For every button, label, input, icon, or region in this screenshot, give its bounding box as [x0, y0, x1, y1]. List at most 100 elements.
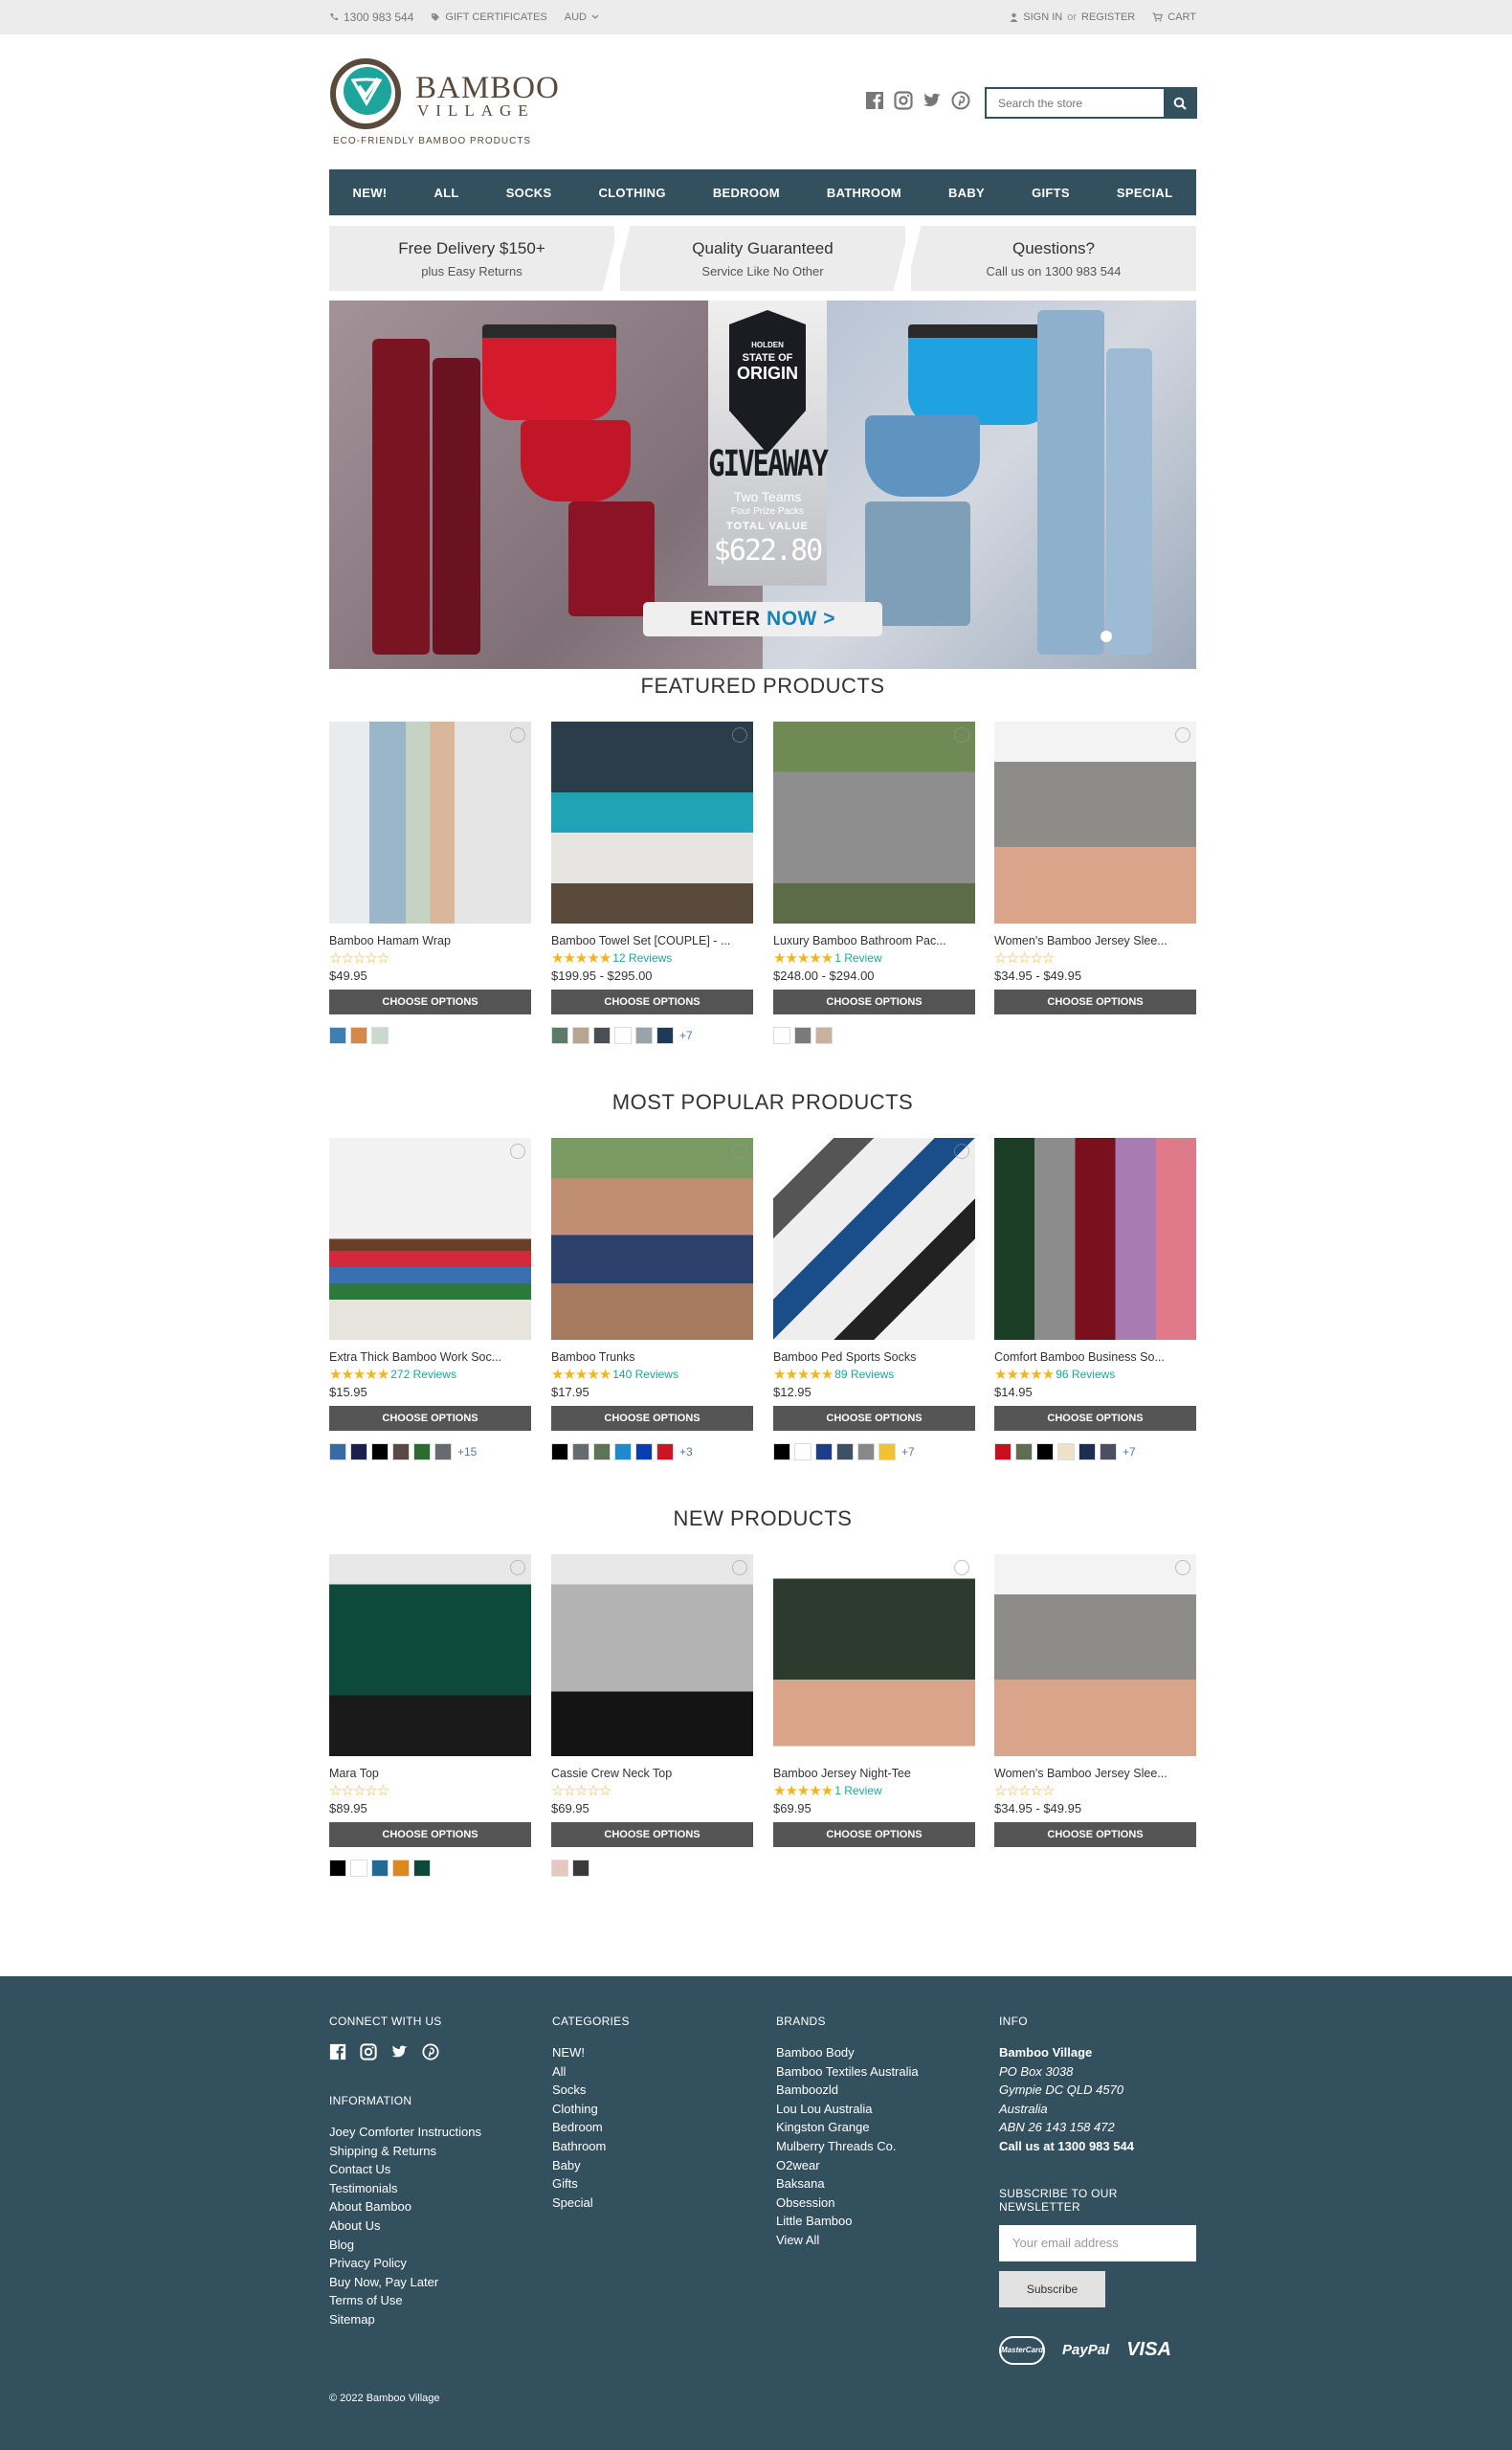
product-name[interactable]: Bamboo Ped Sports Socks — [773, 1350, 975, 1364]
choose-options-button[interactable]: CHOOSE OPTIONS — [329, 990, 531, 1014]
color-swatch[interactable] — [350, 1027, 367, 1044]
sign-in-link[interactable]: SIGN IN — [1023, 11, 1062, 23]
footer-info-link[interactable]: About Us — [329, 2216, 540, 2236]
product-card-womens-jersey-sleep-shorts[interactable]: Women's Bamboo Jersey Slee... ☆☆☆☆☆ $34.95… — [994, 722, 1196, 1044]
product-name[interactable]: Bamboo Hamam Wrap — [329, 934, 531, 947]
newsletter-email-field[interactable]: Your email address — [999, 2224, 1196, 2261]
footer-info-link[interactable]: Privacy Policy — [329, 2254, 540, 2273]
product-image[interactable] — [773, 1138, 975, 1340]
footer-info-link[interactable]: Testimonials — [329, 2179, 540, 2198]
register-link[interactable]: REGISTER — [1081, 11, 1135, 23]
color-swatch[interactable] — [350, 1443, 367, 1460]
choose-options-button[interactable]: CHOOSE OPTIONS — [329, 1406, 531, 1431]
more-colors-link[interactable]: +3 — [679, 1445, 693, 1459]
site-logo[interactable]: BAMBOO VILLAGE ECO-FRIENDLY BAMBOO PRODU… — [329, 57, 559, 153]
search-input[interactable] — [987, 89, 1165, 117]
facebook-icon[interactable] — [329, 2043, 346, 2065]
color-swatch[interactable] — [572, 1443, 589, 1460]
product-card-comfort-business-socks[interactable]: Comfort Bamboo Business So... ★★★★★ 96 Rev… — [994, 1138, 1196, 1460]
currency-selector[interactable]: AUD — [565, 11, 599, 23]
footer-brand-link[interactable]: Mulberry Threads Co. — [776, 2137, 987, 2156]
footer-brand-link[interactable]: Lou Lou Australia — [776, 2100, 987, 2119]
color-swatch[interactable] — [551, 1027, 568, 1044]
color-swatch[interactable] — [1036, 1443, 1054, 1460]
product-card-jersey-night-tee[interactable]: Bamboo Jersey Night-Tee ★★★★★ 1 Review $69.… — [773, 1554, 975, 1877]
twitter-icon[interactable] — [390, 2043, 409, 2065]
more-colors-link[interactable]: +7 — [1123, 1445, 1136, 1459]
color-swatch[interactable] — [656, 1443, 674, 1460]
footer-info-link[interactable]: Terms of Use — [329, 2291, 540, 2310]
footer-info-link[interactable]: Sitemap — [329, 2310, 540, 2329]
footer-category-link[interactable]: Special — [552, 2194, 763, 2213]
choose-options-button[interactable]: CHOOSE OPTIONS — [773, 1406, 975, 1431]
product-card-womens-jersey-sleep-shorts[interactable]: Women's Bamboo Jersey Slee... ☆☆☆☆☆ $34.95… — [994, 1554, 1196, 1877]
nav-item-clothing[interactable]: CLOTHING — [598, 186, 665, 200]
review-count-link[interactable]: 12 Reviews — [612, 951, 672, 965]
color-swatch[interactable] — [614, 1027, 632, 1044]
color-swatch[interactable] — [593, 1027, 611, 1044]
footer-category-link[interactable]: Socks — [552, 2081, 763, 2100]
footer-brand-link[interactable]: Kingston Grange — [776, 2118, 987, 2137]
choose-options-button[interactable]: CHOOSE OPTIONS — [994, 1406, 1196, 1431]
footer-category-link[interactable]: Clothing — [552, 2100, 763, 2119]
color-swatch[interactable] — [1100, 1443, 1117, 1460]
more-colors-link[interactable]: +15 — [457, 1445, 477, 1459]
usp-questions[interactable]: Questions? Call us on 1300 983 544 — [911, 226, 1196, 291]
review-count-link[interactable]: 272 Reviews — [390, 1368, 456, 1381]
footer-info-link[interactable]: About Bamboo — [329, 2197, 540, 2216]
choose-options-button[interactable]: CHOOSE OPTIONS — [773, 1822, 975, 1847]
product-card-luxury-bathroom-pack[interactable]: Luxury Bamboo Bathroom Pac... ★★★★★ 1 Revi… — [773, 722, 975, 1044]
product-card-ped-sports-socks[interactable]: Bamboo Ped Sports Socks ★★★★★ 89 Reviews $1… — [773, 1138, 975, 1460]
enter-now-button[interactable]: ENTER NOW > — [643, 602, 882, 636]
choose-options-button[interactable]: CHOOSE OPTIONS — [551, 1406, 753, 1431]
choose-options-button[interactable]: CHOOSE OPTIONS — [551, 990, 753, 1014]
product-card-cassie-crew-neck-top[interactable]: Cassie Crew Neck Top ☆☆☆☆☆ $69.95 CHOOSE OP… — [551, 1554, 753, 1877]
footer-category-link[interactable]: Bathroom — [552, 2137, 763, 2156]
color-swatch[interactable] — [857, 1443, 875, 1460]
review-count-link[interactable]: 1 Review — [834, 1784, 881, 1797]
product-name[interactable]: Bamboo Trunks — [551, 1350, 753, 1364]
color-swatch[interactable] — [794, 1027, 812, 1044]
choose-options-button[interactable]: CHOOSE OPTIONS — [551, 1822, 753, 1847]
product-card-bamboo-towel-set[interactable]: Bamboo Towel Set [COUPLE] - ... ★★★★★ 12 R… — [551, 722, 753, 1044]
color-swatch[interactable] — [329, 1443, 346, 1460]
product-name[interactable]: Bamboo Jersey Night-Tee — [773, 1767, 975, 1780]
color-swatch[interactable] — [392, 1443, 410, 1460]
choose-options-button[interactable]: CHOOSE OPTIONS — [994, 990, 1196, 1014]
facebook-icon[interactable] — [865, 91, 884, 110]
review-count-link[interactable]: 1 Review — [834, 951, 881, 965]
instagram-icon[interactable] — [360, 2043, 377, 2065]
nav-item-new[interactable]: NEW! — [353, 186, 388, 200]
footer-category-link[interactable]: Baby — [552, 2156, 763, 2175]
color-swatch[interactable] — [371, 1860, 389, 1877]
product-name[interactable]: Women's Bamboo Jersey Slee... — [994, 1767, 1196, 1780]
color-swatch[interactable] — [815, 1027, 833, 1044]
color-swatch[interactable] — [635, 1443, 653, 1460]
footer-brand-link[interactable]: Baksana — [776, 2174, 987, 2194]
product-image[interactable] — [551, 722, 753, 924]
review-count-link[interactable]: 89 Reviews — [834, 1368, 894, 1381]
product-card-bamboo-hamam-wrap[interactable]: Bamboo Hamam Wrap ☆☆☆☆☆ $49.95 CHOOSE OPTIO… — [329, 722, 531, 1044]
footer-brand-link[interactable]: O2wear — [776, 2156, 987, 2175]
footer-brand-link[interactable]: Bamboo Textiles Australia — [776, 2062, 987, 2082]
product-image[interactable] — [551, 1138, 753, 1340]
color-swatch[interactable] — [614, 1443, 632, 1460]
footer-category-link[interactable]: All — [552, 2062, 763, 2082]
footer-info-link[interactable]: Joey Comforter Instructions — [329, 2123, 540, 2142]
color-swatch[interactable] — [392, 1860, 410, 1877]
color-swatch[interactable] — [635, 1027, 653, 1044]
color-swatch[interactable] — [1078, 1443, 1096, 1460]
color-swatch[interactable] — [371, 1027, 389, 1044]
product-image[interactable] — [329, 1554, 531, 1756]
phone-link[interactable]: 1300 983 544 — [329, 11, 413, 24]
color-swatch[interactable] — [773, 1443, 790, 1460]
nav-item-special[interactable]: SPECIAL — [1117, 186, 1172, 200]
footer-info-link[interactable]: Buy Now, Pay Later — [329, 2273, 540, 2292]
product-name[interactable]: Extra Thick Bamboo Work Soc... — [329, 1350, 531, 1364]
color-swatch[interactable] — [572, 1860, 589, 1877]
color-swatch[interactable] — [1015, 1443, 1033, 1460]
color-swatch[interactable] — [551, 1860, 568, 1877]
pinterest-icon[interactable] — [951, 91, 970, 110]
hero-banner[interactable]: HOLDEN STATE OF ORIGIN GIVEAWAY Two Team… — [329, 301, 1196, 669]
color-swatch[interactable] — [773, 1027, 790, 1044]
